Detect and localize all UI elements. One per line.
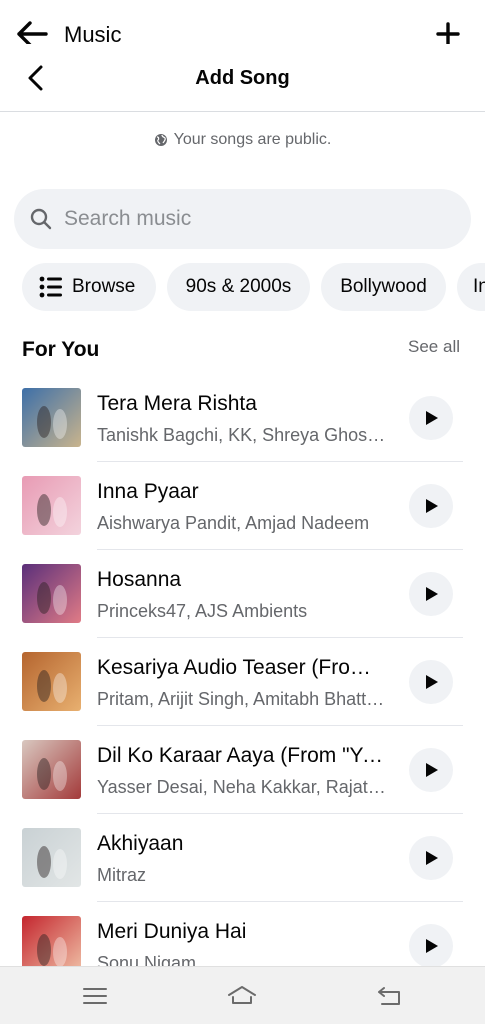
chip-label: Bollywood <box>340 276 427 297</box>
album-art <box>22 828 81 887</box>
category-chips: Browse 90s & 2000s Bollywood In <box>22 263 485 311</box>
song-row[interactable]: Dil Ko Karaar Aaya (From "Yaar Mera Teri… <box>0 726 485 814</box>
globe-icon <box>154 134 167 146</box>
play-button[interactable] <box>409 836 453 880</box>
song-artist: Tanishk Bagchi, KK, Shreya Ghoshal <box>97 425 387 445</box>
chip-bollywood[interactable]: Bollywood <box>321 263 446 311</box>
play-icon <box>426 587 438 601</box>
page-title: Add Song <box>195 67 290 89</box>
privacy-note: Your songs are public. <box>0 128 485 152</box>
album-art <box>22 652 81 711</box>
play-button[interactable] <box>409 924 453 968</box>
song-row[interactable]: Hosanna Princeks47, AJS Ambients <box>0 550 485 638</box>
home-icon[interactable] <box>226 981 258 1011</box>
plus-icon[interactable] <box>436 22 460 44</box>
song-row[interactable]: Akhiyaan Mitraz <box>0 814 485 902</box>
search-bar[interactable] <box>14 189 471 249</box>
song-row[interactable]: Tera Mera Rishta Tanishk Bagchi, KK, Shre… <box>0 374 485 462</box>
song-row[interactable]: Kesariya Audio Teaser (From "Brahmastra"… <box>0 638 485 726</box>
chip-label: 90s & 2000s <box>185 276 292 297</box>
song-title: Dil Ko Karaar Aaya (From "Yaar Mera Teri… <box>97 744 387 767</box>
song-row[interactable]: Inna Pyaar Aishwarya Pandit, Amjad Nadeem <box>0 462 485 550</box>
play-button[interactable] <box>409 396 453 440</box>
song-artist: Pritam, Arijit Singh, Amitabh Bhattachar… <box>97 689 387 709</box>
song-artist: Mitraz <box>97 865 146 885</box>
menu-icon[interactable] <box>79 981 111 1011</box>
see-all-link[interactable]: See all <box>408 336 460 358</box>
chip-browse[interactable]: Browse <box>22 263 156 311</box>
play-button[interactable] <box>409 572 453 616</box>
chip-label: In <box>473 276 485 297</box>
search-icon <box>30 208 52 230</box>
play-icon <box>426 763 438 777</box>
app-title: Music <box>64 22 122 44</box>
chip-label: Browse <box>72 276 136 297</box>
album-art <box>22 476 81 535</box>
chip-90s-2000s[interactable]: 90s & 2000s <box>167 263 310 311</box>
list-icon <box>39 276 62 298</box>
song-title: Tera Mera Rishta <box>97 392 257 415</box>
album-art <box>22 740 81 799</box>
song-artist: Yasser Desai, Neha Kakkar, Rajat Nagpal <box>97 777 387 797</box>
chip-indie[interactable]: In <box>457 263 485 311</box>
privacy-text: Your songs are public. <box>173 131 332 148</box>
song-title: Meri Duniya Hai <box>97 920 247 943</box>
sheet-header: Add Song <box>0 44 485 112</box>
play-icon <box>426 499 438 513</box>
app-bar: Music <box>0 0 485 44</box>
play-button[interactable] <box>409 484 453 528</box>
song-title: Inna Pyaar <box>97 480 199 503</box>
arrow-left-icon[interactable] <box>16 20 48 44</box>
album-art <box>22 388 81 447</box>
song-title: Kesariya Audio Teaser (From "Brahmastra"… <box>97 656 387 679</box>
play-button[interactable] <box>409 748 453 792</box>
section-title: For You <box>22 338 100 361</box>
play-icon <box>426 675 438 689</box>
play-icon <box>426 939 438 953</box>
play-button[interactable] <box>409 660 453 704</box>
song-artist: Princeks47, AJS Ambients <box>97 601 308 621</box>
song-artist: Aishwarya Pandit, Amjad Nadeem <box>97 513 370 533</box>
album-art <box>22 564 81 623</box>
system-nav-bar <box>0 966 485 1024</box>
song-title: Akhiyaan <box>97 832 184 855</box>
back-icon[interactable] <box>374 981 406 1011</box>
play-icon <box>426 851 438 865</box>
search-input[interactable] <box>64 201 454 237</box>
play-icon <box>426 411 438 425</box>
song-title: Hosanna <box>97 568 182 591</box>
